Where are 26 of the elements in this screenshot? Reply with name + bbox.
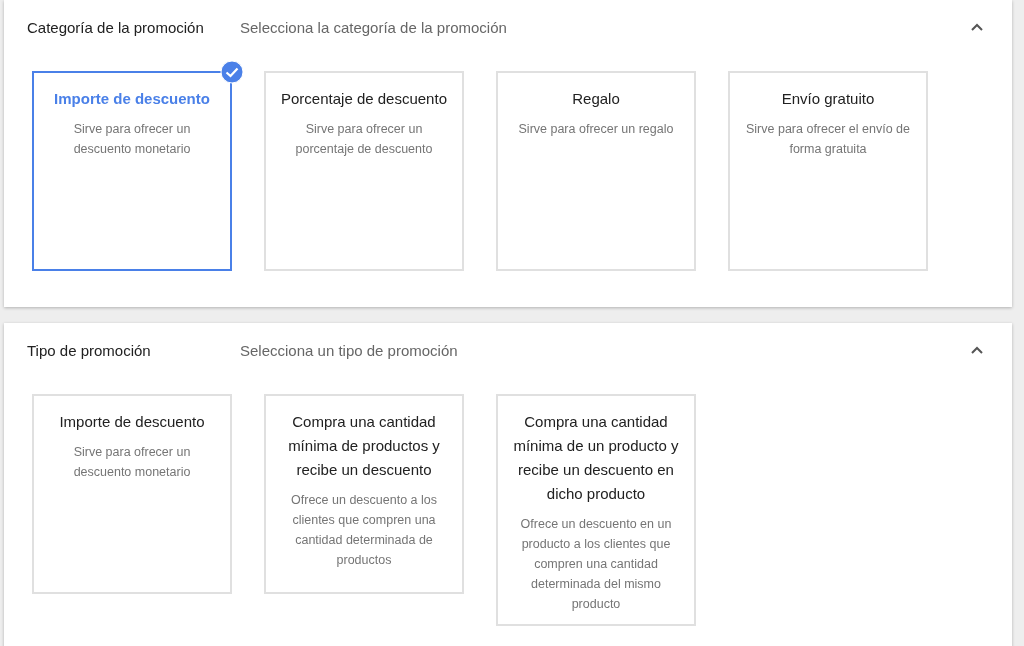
option-title: Envío gratuito [780,89,876,109]
option-description: Ofrece un descuento a los clientes que compren una cantidad determinada de productos [290,492,438,569]
option-title: Compra una cantidad mínima de un producto y recibe un descuento en dicho producto [512,412,680,504]
option-description: Sirve para ofrecer un regalo [517,121,675,138]
option-card[interactable]: Envío gratuito Sirve para ofrecer el envío de forma gratuita [728,71,928,271]
option-card[interactable]: Importe de descuento Sirve para ofrecer un descuento monetario [32,394,232,594]
option-card[interactable]: Importe de descuento Sirve para ofrecer un descuento monetario [32,71,232,271]
option-card[interactable]: Compra una cantidad mínima de productos y recibe un descuento Ofrece un descuento a los clientes que compren una cantidad determinada de productos [264,394,464,594]
section-subtitle: Selecciona un tipo de promoción [240,341,459,359]
option-description: Sirve para ofrecer el envío de forma gratuita [745,121,911,158]
section-title: Tipo de promoción [27,341,152,359]
option-title: Compra una cantidad mínima de productos y recibe un descuento [287,412,441,480]
section-title: Categoría de la promoción [27,18,205,36]
option-title: Regalo [571,89,621,109]
option-description: Ofrece un descuento en un producto a los clientes que compren una cantidad determinada del mismo producto [519,516,673,613]
check-icon [220,60,244,84]
option-title: Importe de descuento [58,412,206,432]
section-subtitle: Selecciona la categoría de la promoción [240,18,508,36]
option-description: Sirve para ofrecer un descuento monetario [72,121,192,158]
option-title: Porcentaje de descuento [280,89,448,109]
option-card[interactable]: Regalo Sirve para ofrecer un regalo [496,71,696,271]
option-card[interactable]: Porcentaje de descuento Sirve para ofrecer un porcentaje de descuento [264,71,464,271]
option-description: Sirve para ofrecer un porcentaje de descuento [294,121,434,158]
option-description: Sirve para ofrecer un descuento monetario [72,444,192,481]
option-title: Importe de descuento [53,89,211,109]
option-card[interactable]: Compra una cantidad mínima de un producto y recibe un descuento en dicho producto Ofrece un descuento en un producto a los clientes que compren una cantidad determinada del mismo producto [496,394,696,626]
